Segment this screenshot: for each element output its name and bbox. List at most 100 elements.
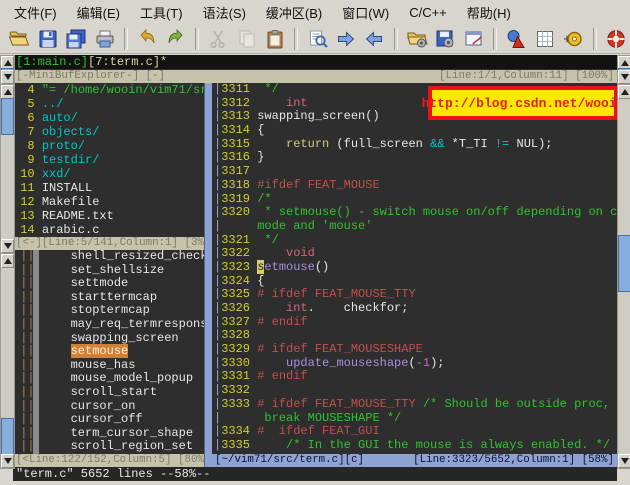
undo-button[interactable] [133, 25, 161, 53]
file-list-item[interactable]: 12 Makefile [13, 195, 204, 209]
tag-name: set_shellsize [71, 263, 165, 277]
taglist-item[interactable]: || cursor_off [13, 413, 204, 427]
code-text: #ifdef FEAT_MOUSE [257, 178, 379, 192]
taglist-item[interactable]: || settmode [13, 277, 204, 291]
file-list-item[interactable]: 6 auto/ [13, 111, 204, 125]
print-button[interactable] [90, 25, 118, 53]
code-line: |3320 * setmouse() - switch mouse on/off… [214, 206, 617, 220]
menu-window[interactable]: 窗口(W) [332, 0, 399, 26]
toolbar-separator [593, 28, 597, 50]
menu-help[interactable]: 帮助(H) [457, 0, 521, 26]
scroll-down-arrow[interactable] [1, 239, 14, 253]
file-list-item[interactable]: 4 "= /home/wooin/vim71/src/ [13, 83, 204, 97]
file-list-item[interactable]: 11 INSTALL [13, 181, 204, 195]
find-next-button[interactable] [332, 25, 360, 53]
code-line: |3319 /* [214, 193, 617, 207]
taglist-item[interactable]: || mouse_model_popup [13, 372, 204, 386]
cut-button[interactable] [204, 25, 232, 53]
file-list-item[interactable]: 13 README.txt [13, 209, 204, 223]
redo-button[interactable] [161, 25, 189, 53]
scroll-down-arrow[interactable] [1, 454, 14, 468]
active-status-position: [Line:3323/5652,Column:1] [58%] [413, 454, 614, 467]
scroll-down-arrow[interactable] [618, 70, 630, 84]
taglist-item[interactable]: || shell_resized_check [13, 250, 204, 264]
build-tags-button[interactable] [559, 25, 587, 53]
file-name: README.txt [42, 209, 114, 223]
taglist-item[interactable]: || scroll_region_set [13, 440, 204, 454]
shell-button[interactable] [531, 25, 559, 53]
scroll-up-arrow[interactable] [1, 254, 14, 268]
taglist-item[interactable]: || cursor_on [13, 400, 204, 414]
line-number: 14 [13, 223, 42, 237]
scrollbar-taglist[interactable] [0, 253, 15, 469]
code-text: mode and 'mouse' [257, 219, 372, 233]
menu-edit[interactable]: 编辑(E) [67, 0, 130, 26]
scrollbar-mbe-left[interactable] [0, 55, 15, 85]
taglist-item[interactable]: || swapping_screen [13, 332, 204, 346]
menu-cpp[interactable]: C/C++ [399, 2, 457, 24]
file-list-item[interactable]: 5 ../ [13, 97, 204, 111]
toolbar-separator [394, 28, 398, 50]
paste-button[interactable] [261, 25, 289, 53]
find-prev-button[interactable] [360, 25, 388, 53]
scroll-up-arrow[interactable] [618, 85, 630, 99]
scroll-down-arrow[interactable] [1, 70, 14, 84]
code-text: int [257, 96, 307, 110]
file-explorer-statusline: [<-][Line:5/141,Column:1] [3%] [13, 237, 204, 250]
file-list-item[interactable]: 7 objects/ [13, 125, 204, 139]
file-list-item[interactable]: 8 proto/ [13, 139, 204, 153]
taglist-item[interactable]: || starttermcap [13, 291, 204, 305]
file-list-item[interactable]: 14 arabic.c [13, 223, 204, 237]
taglist-item[interactable]: || term_cursor_shape [13, 427, 204, 441]
help-button[interactable] [602, 25, 630, 53]
menu-tools[interactable]: 工具(T) [130, 0, 193, 26]
line-number: 8 [13, 139, 42, 153]
scrollbar-file-explorer[interactable] [0, 84, 15, 254]
taglist-item[interactable]: || stoptermcap [13, 304, 204, 318]
file-list-item[interactable]: 9 testdir/ [13, 153, 204, 167]
mbe-buffer-tab[interactable]: [7:term.c]* [88, 55, 167, 69]
file-list-item[interactable]: 10 xxd/ [13, 167, 204, 181]
open-button[interactable] [5, 25, 33, 53]
save-all-button[interactable] [62, 25, 90, 53]
file-name: arabic.c [42, 223, 100, 237]
scroll-up-arrow[interactable] [1, 85, 14, 99]
file-explorer-pane[interactable]: 4 "= /home/wooin/vim71/src/ 5 ../ 6 auto… [13, 83, 204, 237]
code-text: break MOUSESHAPE */ [257, 411, 401, 425]
scrollbar-thumb[interactable] [1, 98, 14, 135]
taglist-pane[interactable]: || shell_resized_check || set_shellsize … [13, 250, 204, 454]
run-script-button[interactable] [460, 25, 488, 53]
line-number: 3321 [221, 233, 257, 247]
file-name: "= /home/wooin/vim71/src/ [42, 83, 204, 97]
taglist-item[interactable]: || set_shellsize [13, 264, 204, 278]
code-pane[interactable]: |3311 */|3312 int|3313 swapping_screen()… [212, 83, 617, 454]
file-name: proto/ [42, 139, 85, 153]
code-line: |3335 /* In the GUI the mouse is always … [214, 439, 617, 453]
scrollbar-thumb[interactable] [618, 235, 630, 292]
minibufexplorer-bufferline[interactable]: [1:main.c][7:term.c]* [13, 55, 617, 69]
taglist-statusline: [<Line:122/152,Column:5] [80%] [13, 454, 204, 467]
make-button[interactable] [502, 25, 530, 53]
taglist-item[interactable]: || may_req_termresponse [13, 318, 204, 332]
menu-buffers[interactable]: 缓冲区(B) [256, 0, 332, 26]
scrollbar-thumb[interactable] [1, 418, 14, 455]
taglist-item[interactable]: || scroll_start [13, 386, 204, 400]
line-number: 13 [13, 209, 42, 223]
save-session-button[interactable] [431, 25, 459, 53]
scroll-down-arrow[interactable] [618, 454, 630, 468]
find-replace-button[interactable] [303, 25, 331, 53]
file-name: xxd/ [42, 167, 71, 181]
mbe-buffer-tab[interactable]: [1:main.c] [16, 55, 88, 69]
menu-syntax[interactable]: 语法(S) [193, 0, 256, 26]
load-session-button[interactable] [403, 25, 431, 53]
save-button[interactable] [33, 25, 61, 53]
taglist-item[interactable]: || mouse_has [13, 359, 204, 373]
copy-button[interactable] [232, 25, 260, 53]
vertical-split-separator[interactable] [204, 83, 212, 467]
scrollbar-code[interactable] [617, 84, 630, 469]
tag-name: stoptermcap [71, 303, 150, 317]
scrollbar-mbe-right[interactable] [617, 55, 630, 85]
command-line[interactable]: "term.c" 5652 lines --58%-- [13, 467, 617, 481]
taglist-item[interactable]: || setmouse [13, 345, 204, 359]
menu-file[interactable]: 文件(F) [4, 0, 67, 26]
